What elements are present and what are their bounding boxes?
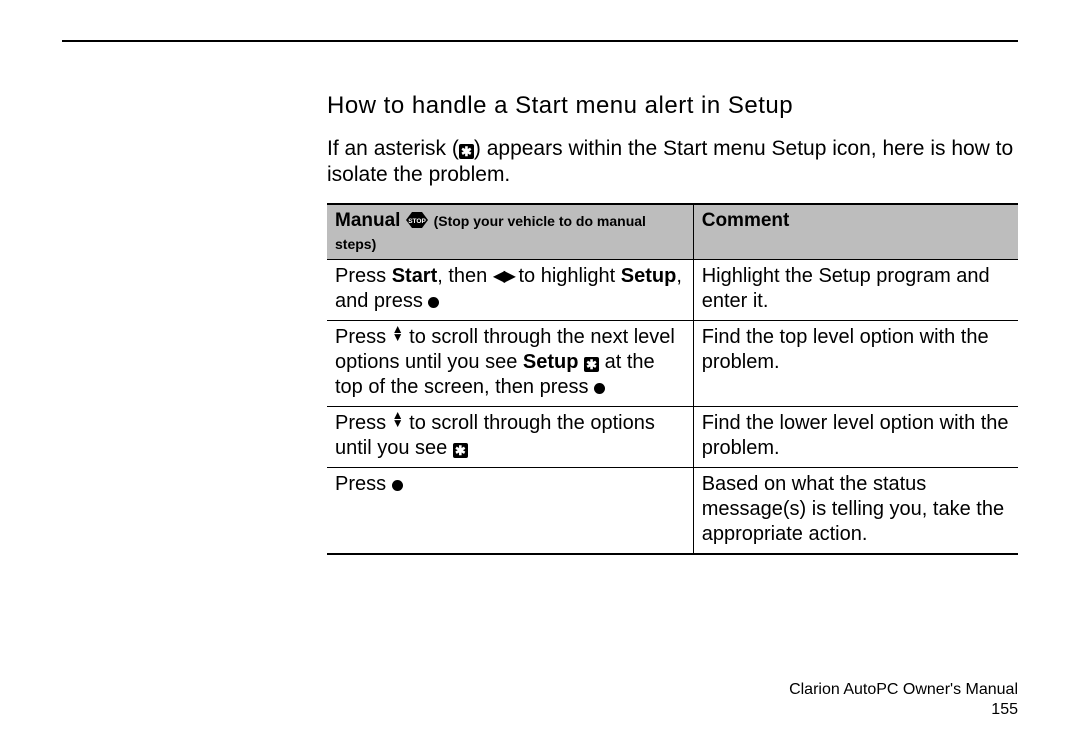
manual-page: How to handle a Start menu alert in Setu… [0, 0, 1080, 742]
enter-dot-icon [392, 480, 403, 491]
table-row: Press Based on what the status message(s… [327, 467, 1018, 554]
manual-sub-post: steps) [335, 236, 376, 252]
comment-label: Comment [702, 210, 790, 231]
comment-cell: Find the lower level option with the pro… [693, 406, 1018, 467]
up-down-arrow-icon: ▲▼ [392, 411, 404, 427]
text: Press [335, 326, 392, 348]
footer-title: Clarion AutoPC Owner's Manual [789, 680, 1018, 700]
stop-icon: STOP [406, 212, 428, 228]
text-bold: Start [392, 265, 438, 287]
manual-sub-pre: (Stop your vehicle to do manual [434, 213, 646, 229]
up-down-arrow-icon: ▲▼ [392, 325, 404, 341]
table-header-row: Manual STOP (Stop your vehicle to do man… [327, 204, 1018, 260]
comment-cell: Based on what the status message(s) is t… [693, 467, 1018, 554]
manual-label: Manual [335, 210, 400, 231]
enter-dot-icon [428, 297, 439, 308]
asterisk-icon: ✱ [459, 144, 474, 159]
table-row: Press Start, then ◀ ▶ to highlight Setup… [327, 259, 1018, 320]
asterisk-icon: ✱ [584, 357, 599, 372]
intro-text-pre: If an asterisk ( [327, 137, 459, 160]
comment-cell: Find the top level option with the probl… [693, 320, 1018, 406]
content-block: How to handle a Start menu alert in Setu… [327, 92, 1018, 555]
text: , then [437, 265, 493, 287]
left-right-arrow-icon: ◀ ▶ [493, 269, 513, 285]
text-bold: Setup [523, 351, 579, 373]
text-bold: Setup [621, 265, 677, 287]
table-row: Press ▲▼ to scroll through the next leve… [327, 320, 1018, 406]
asterisk-icon: ✱ [453, 443, 468, 458]
comment-cell: Highlight the Setup program and enter it… [693, 259, 1018, 320]
manual-cell: Press Start, then ◀ ▶ to highlight Setup… [327, 259, 693, 320]
text: Press [335, 265, 392, 287]
section-heading: How to handle a Start menu alert in Setu… [327, 92, 1018, 120]
manual-cell: Press ▲▼ to scroll through the options u… [327, 406, 693, 467]
svg-text:STOP: STOP [408, 218, 426, 225]
header-manual: Manual STOP (Stop your vehicle to do man… [327, 204, 693, 260]
text: to highlight [513, 265, 621, 287]
table-row: Press ▲▼ to scroll through the options u… [327, 406, 1018, 467]
footer-page-number: 155 [789, 700, 1018, 720]
intro-paragraph: If an asterisk (✱) appears within the St… [327, 136, 1018, 189]
top-rule [62, 40, 1018, 42]
text: Press [335, 473, 392, 495]
text: Press [335, 412, 392, 434]
manual-cell: Press ▲▼ to scroll through the next leve… [327, 320, 693, 406]
page-footer: Clarion AutoPC Owner's Manual 155 [789, 680, 1018, 720]
enter-dot-icon [594, 383, 605, 394]
manual-cell: Press [327, 467, 693, 554]
header-comment: Comment [693, 204, 1018, 260]
steps-table: Manual STOP (Stop your vehicle to do man… [327, 203, 1018, 555]
